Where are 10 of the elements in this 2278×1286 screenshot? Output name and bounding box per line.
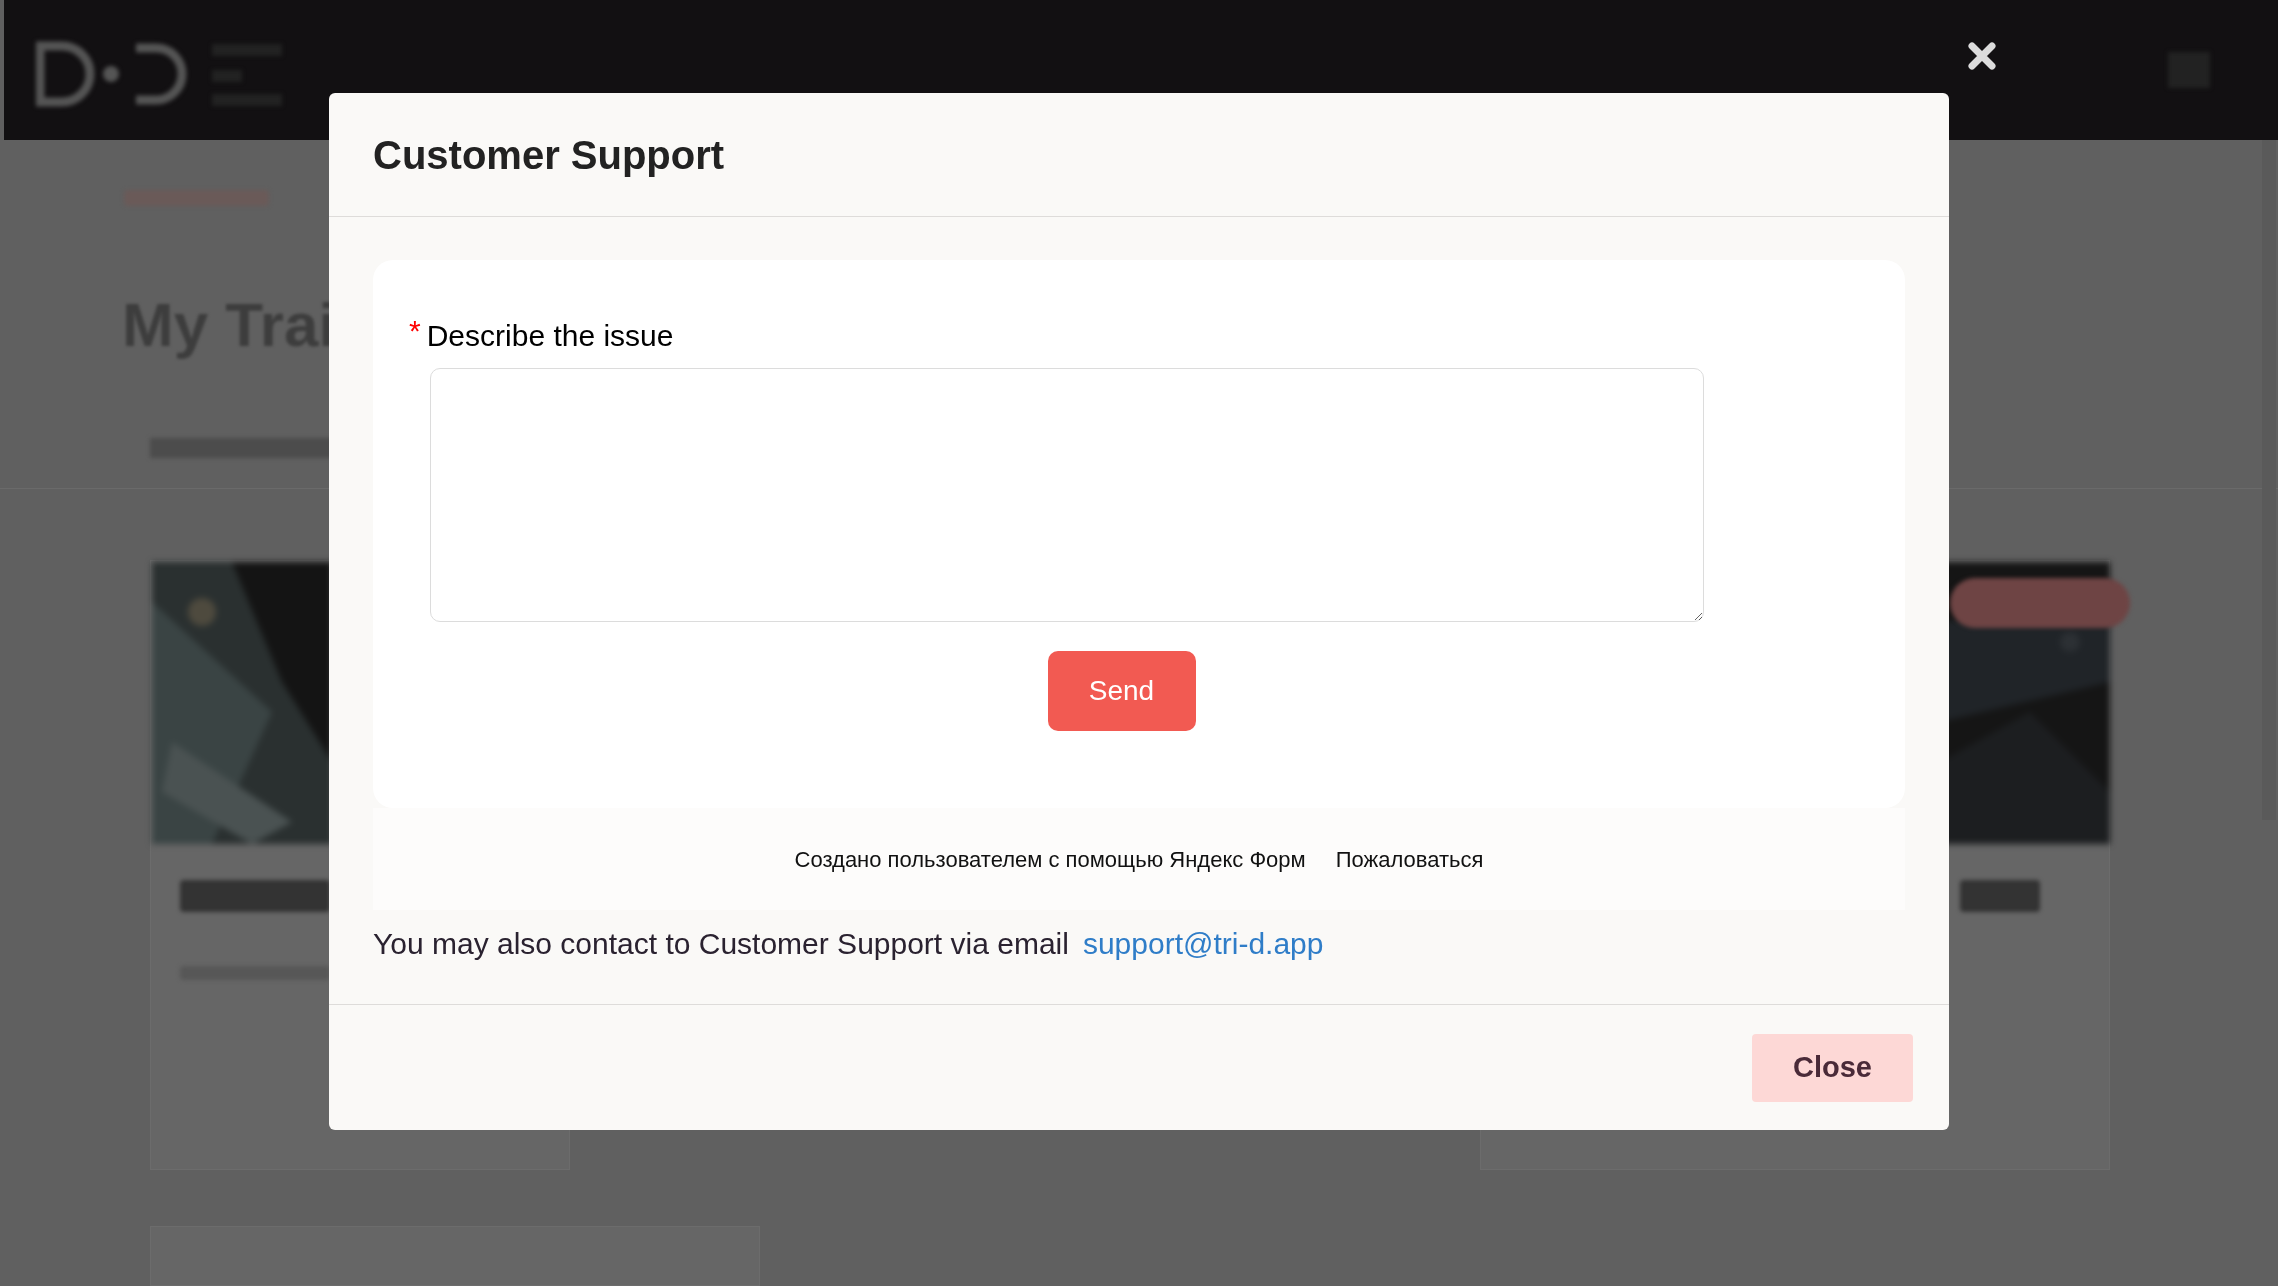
report-link[interactable]: Пожаловаться [1335,842,1484,876]
input-field[interactable] [430,368,1704,622]
modal-title: Customer Support [373,131,725,179]
contact-text: You may also contact to Customer Support via email [373,925,1069,962]
close-button[interactable]: Close [1752,1033,1913,1102]
required-mark: * [409,318,421,344]
email-link[interactable]: support@tri-d.app [1082,920,1324,966]
footer-text: Создано пользователем с помощью Яндекс Форм [794,845,1306,874]
close-icon[interactable] [1966,40,1998,72]
field-label: Describe the issue [426,318,674,354]
